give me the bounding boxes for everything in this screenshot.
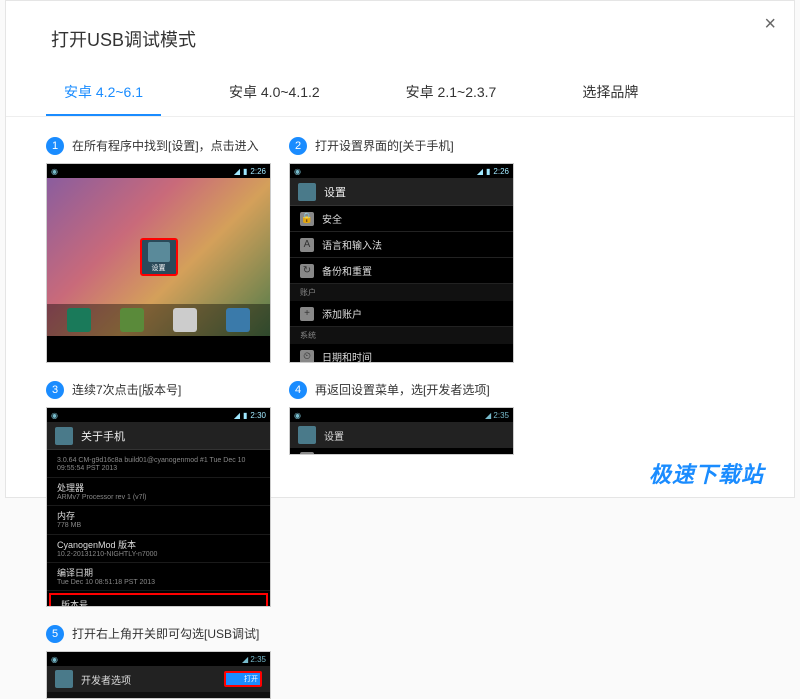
row-datetime: 日期和时间 — [322, 349, 372, 363]
builddate-value: Tue Dec 10 08:51:18 PST 2013 — [57, 579, 260, 587]
buildnumber-label: 版本号 — [61, 598, 256, 607]
step-text-2: 打开设置界面的[关于手机] — [315, 138, 454, 155]
status-time: 2:35 — [250, 655, 266, 664]
backup-icon: ↻ — [300, 264, 314, 278]
tab-android-42-61[interactable]: 安卓 4.2~6.1 — [46, 72, 161, 116]
step-5: 5 打开右上角开关即可勾选[USB调试] ◉◢ 2:35 开发者选项打开 对 S… — [46, 625, 514, 699]
status-time: 2:30 — [250, 411, 266, 420]
signal-icon: ◢ — [234, 167, 240, 176]
status-icon: ◉ — [294, 411, 301, 420]
steps-grid: 1 在所有程序中找到[设置]，点击进入 ◉◢▮2:26 设置 — [6, 117, 794, 699]
backup-icon: ↻ — [300, 452, 314, 456]
language-icon: A — [300, 238, 314, 252]
section-system: 系统 — [290, 327, 513, 344]
memory-label: 内存 — [57, 509, 260, 522]
signal-icon: ◢ — [242, 655, 248, 664]
signal-icon: ◢ — [234, 411, 240, 420]
battery-icon: ▮ — [243, 411, 247, 420]
add-icon: + — [300, 307, 314, 321]
row-backup: 备份和重置 — [322, 263, 372, 278]
step-2: 2 打开设置界面的[关于手机] ◉ ◢▮2:26 设置 🔒 安全 A 语言和输入法 ↻… — [289, 137, 514, 363]
row-backup: 备份和重置 — [322, 451, 372, 455]
dev-options-title: 开发者选项 — [81, 672, 131, 687]
row-add-account: 添加账户 — [322, 306, 362, 321]
step-text-5: 打开右上角开关即可勾选[USB调试] — [72, 626, 259, 643]
step-4: 4 再返回设置菜单，选[开发者选项] ◉ ◢ 2:35 设置 ↻ 备份和重置 — [289, 381, 514, 607]
step-text-1: 在所有程序中找到[设置]，点击进入 — [72, 138, 259, 155]
back-icon — [55, 670, 73, 688]
dialog-title: 打开USB调试模式 — [6, 1, 794, 72]
memory-value: 778 MB — [57, 522, 260, 530]
settings-icon — [148, 242, 170, 262]
status-icon: ◉ — [294, 167, 301, 176]
back-icon — [55, 427, 73, 445]
topbar-title: 设置 — [324, 184, 346, 200]
settings-app-label: 设置 — [152, 263, 166, 273]
screenshot-5: ◉◢ 2:35 开发者选项打开 对 SD 卡进行读写保护 — [46, 651, 271, 699]
screenshot-1: ◉ ◢▮2:26 设置 — [46, 163, 271, 363]
topbar-title: 设置 — [324, 428, 344, 443]
cm-value: 10.2-20131210-NIGHTLY-n7000 — [57, 551, 260, 559]
back-icon — [298, 183, 316, 201]
status-icon: ◉ — [51, 167, 58, 176]
back-icon — [298, 426, 316, 444]
status-time: 2:26 — [493, 167, 509, 176]
status-time: 2:35 — [493, 411, 509, 420]
step-text-3: 连续7次点击[版本号] — [72, 382, 181, 399]
cpu-value: ARMv7 Processor rev 1 (v7l) — [57, 494, 260, 502]
watermark: 极速下载站 — [649, 457, 764, 489]
topbar-title: 关于手机 — [81, 428, 125, 444]
screenshot-4: ◉ ◢ 2:35 设置 ↻ 备份和重置 — [289, 407, 514, 455]
signal-icon: ◢ — [477, 167, 483, 176]
battery-icon: ▮ — [486, 167, 490, 176]
step-badge-1: 1 — [46, 137, 64, 155]
step-1: 1 在所有程序中找到[设置]，点击进入 ◉ ◢▮2:26 设置 — [46, 137, 271, 363]
step-badge-2: 2 — [289, 137, 307, 155]
phone-icon — [67, 308, 91, 332]
step-badge-5: 5 — [46, 625, 64, 643]
status-icon: ◉ — [51, 655, 58, 664]
row-security: 安全 — [322, 211, 342, 226]
buildnumber-highlight: 版本号cm_n7000-userdebug 4.3.1 JLS36l 01ad8… — [49, 593, 268, 607]
step-3: 3 连续7次点击[版本号] ◉ ◢▮2:30 关于手机 3.0.64 CM-g9d… — [46, 381, 271, 607]
clock-icon: ⏲ — [300, 350, 314, 364]
dock — [47, 304, 270, 336]
tab-android-21-237[interactable]: 安卓 2.1~2.3.7 — [388, 72, 515, 116]
cm-label: CyanogenMod 版本 — [57, 538, 260, 551]
battery-icon: ▮ — [243, 167, 247, 176]
builddate-label: 编译日期 — [57, 566, 260, 579]
cpu-label: 处理器 — [57, 481, 260, 494]
close-icon[interactable]: × — [764, 13, 776, 36]
apps-icon — [173, 308, 197, 332]
toggle-on-label: 打开 — [244, 674, 258, 684]
kernel-value: 3.0.64 CM-g9d16c8a build01@cyanogenmod #… — [57, 457, 260, 474]
signal-icon: ◢ — [485, 411, 491, 420]
status-icon: ◉ — [51, 411, 58, 420]
lock-icon: 🔒 — [300, 212, 314, 226]
contacts-icon — [226, 308, 250, 332]
section-accounts: 账户 — [290, 284, 513, 301]
settings-app-highlight: 设置 — [140, 238, 178, 276]
step-text-4: 再返回设置菜单，选[开发者选项] — [315, 382, 490, 399]
step-badge-4: 4 — [289, 381, 307, 399]
dev-toggle-highlight: 打开 — [224, 671, 262, 687]
row-language: 语言和输入法 — [322, 237, 382, 252]
step-badge-3: 3 — [46, 381, 64, 399]
tab-select-brand[interactable]: 选择品牌 — [564, 72, 656, 116]
messages-icon — [120, 308, 144, 332]
screenshot-2: ◉ ◢▮2:26 设置 🔒 安全 A 语言和输入法 ↻ 备份和重置 账户 + 添加账户 系… — [289, 163, 514, 363]
status-time: 2:26 — [250, 167, 266, 176]
tab-android-40-412[interactable]: 安卓 4.0~4.1.2 — [211, 72, 338, 116]
screenshot-3: ◉ ◢▮2:30 关于手机 3.0.64 CM-g9d16c8a build01@… — [46, 407, 271, 607]
tabs: 安卓 4.2~6.1 安卓 4.0~4.1.2 安卓 2.1~2.3.7 选择品… — [6, 72, 794, 117]
